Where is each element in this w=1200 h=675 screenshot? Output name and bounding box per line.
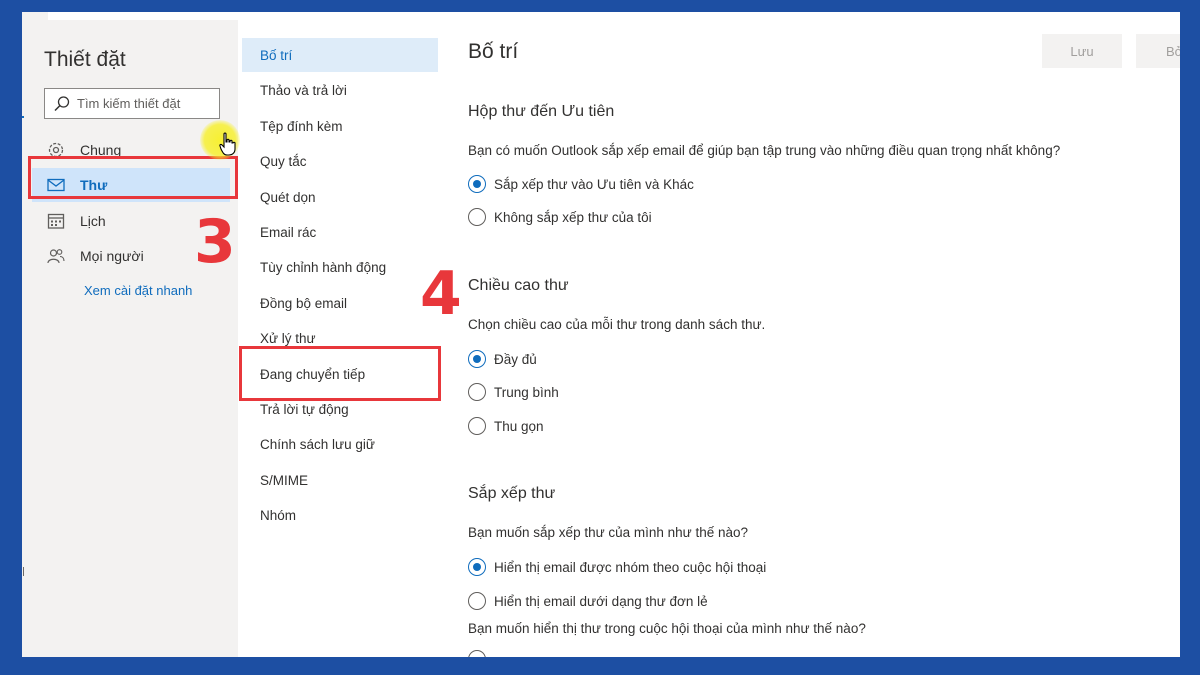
message-organization-question: Bạn muốn sắp xếp thư của mình như thế nà… — [468, 525, 749, 540]
message-height-question: Chọn chiều cao của mỗi thư trong danh sá… — [468, 317, 766, 332]
highlight-box-forwarding — [239, 346, 441, 401]
save-button[interactable]: Lưu — [1042, 34, 1122, 68]
mail-nav-junk-email[interactable]: Email rác — [242, 215, 438, 249]
hand-cursor-icon — [219, 132, 237, 161]
mail-nav-rules[interactable]: Quy tắc — [242, 144, 438, 178]
mail-nav-customize-actions[interactable]: Tùy chỉnh hành động — [242, 250, 438, 284]
radio-label: Sắp xếp thư vào Ưu tiên và Khác — [494, 176, 694, 192]
organization-option-conversation[interactable]: Hiển thị email được nhóm theo cuộc hội t… — [468, 558, 766, 576]
radio-label: Trung bình — [494, 384, 559, 400]
mail-nav-sweep[interactable]: Quét dọn — [242, 180, 438, 214]
focused-inbox-option-sort[interactable]: Sắp xếp thư vào Ưu tiên và Khác — [468, 175, 694, 193]
people-icon — [46, 246, 66, 266]
conversation-display-option-cutoff[interactable] — [468, 650, 494, 657]
radio-label: Thu gọn — [494, 418, 544, 434]
settings-window: ti K Thiết đặt Chung Thư — [22, 12, 1180, 657]
mail-nav-attachments[interactable]: Tệp đính kèm — [242, 109, 438, 143]
settings-nav-pane: Thiết đặt Chung Thư Lịch — [24, 20, 238, 657]
radio-label: Hiển thị email dưới dạng thư đơn lẻ — [494, 593, 708, 609]
settings-search-input[interactable] — [77, 96, 217, 111]
mail-nav-compose-reply[interactable]: Thảo và trả lời — [242, 73, 438, 107]
mail-settings-nav: Bố trí Thảo và trả lời Tệp đính kèm Quy … — [242, 12, 438, 657]
radio-button[interactable] — [468, 383, 486, 401]
radio-button[interactable] — [468, 592, 486, 610]
radio-label: Không sắp xếp thư của tôi — [494, 209, 652, 225]
step-number-4: 4 — [420, 259, 462, 329]
mail-nav-sync-email[interactable]: Đồng bộ email — [242, 286, 438, 320]
focused-inbox-title: Hộp thư đến Ưu tiên — [468, 103, 615, 120]
radio-label: Hiển thị email được nhóm theo cuộc hội t… — [494, 559, 767, 575]
mail-nav-retention-policies[interactable]: Chính sách lưu giữ — [242, 427, 438, 461]
mail-nav-smime[interactable]: S/MIME — [242, 463, 438, 497]
radio-button-checked[interactable] — [468, 175, 486, 193]
radio-button[interactable] — [468, 650, 486, 657]
radio-button-checked[interactable] — [468, 558, 486, 576]
layout-settings-panel: Bố trí Lưu Bỏ Hộp thư đến Ưu tiên Bạn có… — [468, 12, 1180, 657]
highlight-box-mail — [28, 156, 238, 199]
search-icon — [53, 93, 75, 115]
message-organization-title: Sắp xếp thư — [468, 485, 556, 502]
quick-settings-link[interactable]: Xem cài đặt nhanh — [84, 283, 192, 298]
discard-button[interactable]: Bỏ — [1136, 34, 1180, 68]
settings-search-box[interactable] — [44, 88, 220, 119]
organization-option-individual[interactable]: Hiển thị email dưới dạng thư đơn lẻ — [468, 592, 708, 610]
radio-button-checked[interactable] — [468, 350, 486, 368]
page-title: Bố trí — [468, 40, 519, 63]
mail-nav-layout[interactable]: Bố trí — [242, 38, 438, 72]
step-number-3: 3 — [194, 207, 236, 277]
radio-label: Đầy đủ — [494, 351, 537, 367]
message-height-option-compact[interactable]: Thu gọn — [468, 417, 544, 435]
radio-button[interactable] — [468, 417, 486, 435]
settings-title: Thiết đặt — [44, 48, 126, 71]
focused-inbox-question: Bạn có muốn Outlook sắp xếp email để giú… — [468, 143, 1061, 158]
nav-item-label: Lịch — [80, 213, 106, 229]
conversation-display-question: Bạn muốn hiển thị thư trong cuộc hội tho… — [468, 621, 866, 636]
message-height-title: Chiều cao thư — [468, 277, 569, 294]
message-height-option-medium[interactable]: Trung bình — [468, 383, 559, 401]
radio-button[interactable] — [468, 208, 486, 226]
mail-nav-groups[interactable]: Nhóm — [242, 498, 438, 532]
message-height-option-full[interactable]: Đầy đủ — [468, 350, 537, 368]
calendar-icon — [46, 211, 66, 231]
focused-inbox-option-dont-sort[interactable]: Không sắp xếp thư của tôi — [468, 208, 652, 226]
nav-item-label: Mọi người — [80, 248, 144, 264]
